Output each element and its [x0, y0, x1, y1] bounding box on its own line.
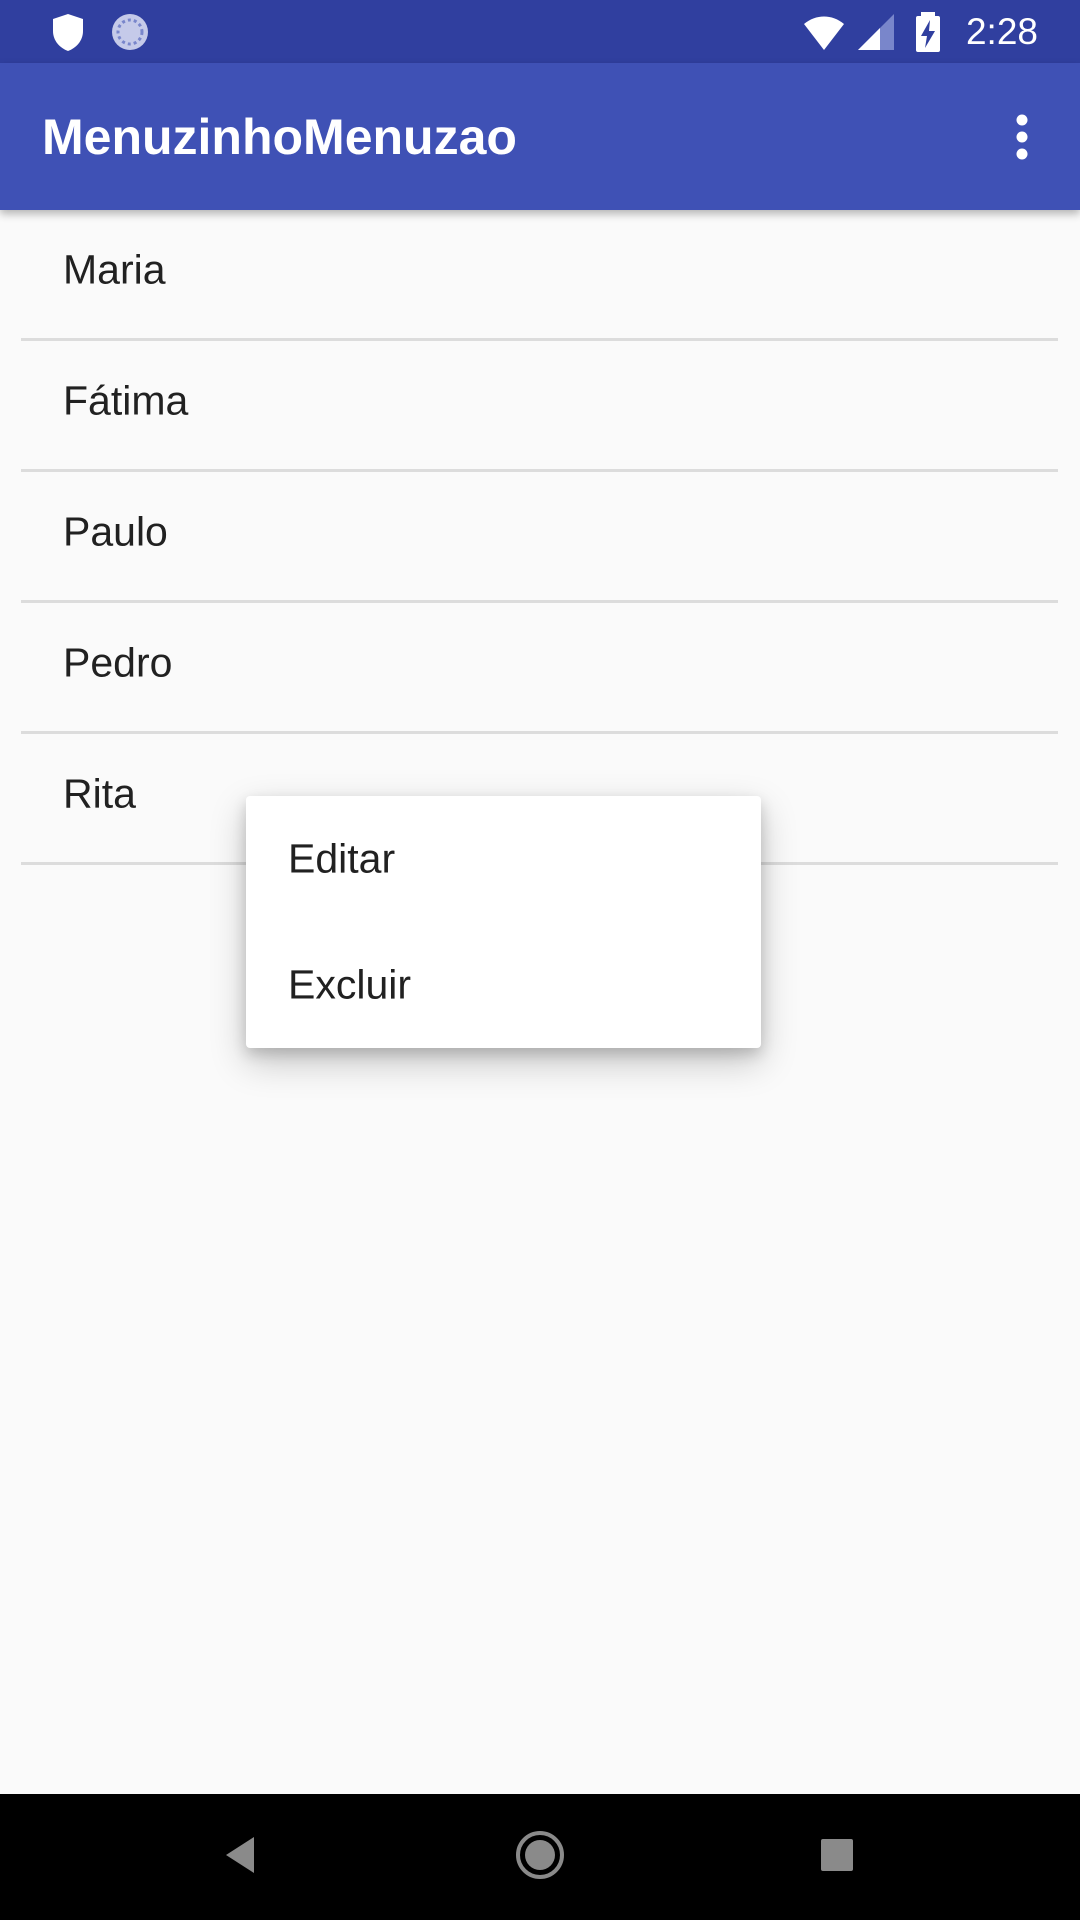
- list-item[interactable]: Paulo: [21, 472, 1058, 603]
- shield-icon: [46, 10, 90, 54]
- battery-charging-icon: [906, 10, 950, 54]
- names-list: Maria Fátima Paulo Pedro Rita: [0, 210, 1080, 865]
- list-item-label: Pedro: [63, 639, 173, 686]
- menu-item-excluir[interactable]: Excluir: [246, 922, 761, 1048]
- screen: 2:28 MenuzinhoMenuzao Maria Fátima Paulo: [0, 0, 1080, 1920]
- wifi-icon: [802, 10, 846, 54]
- menu-item-label: Editar: [288, 835, 396, 882]
- list-item-label: Paulo: [63, 508, 168, 555]
- recents-button[interactable]: [797, 1817, 877, 1897]
- more-vert-icon: [1012, 113, 1032, 166]
- status-time: 2:28: [965, 10, 1038, 52]
- list-item[interactable]: Pedro: [21, 603, 1058, 734]
- list-item[interactable]: Fátima: [21, 341, 1058, 472]
- back-button[interactable]: [200, 1817, 280, 1897]
- list-item-label: Fátima: [63, 377, 189, 424]
- list-item-label: Maria: [63, 246, 166, 293]
- list-item[interactable]: Maria: [21, 210, 1058, 341]
- status-bar: 2:28: [0, 0, 1080, 63]
- context-menu: Editar Excluir: [246, 796, 761, 1048]
- menu-item-editar[interactable]: Editar: [246, 796, 761, 922]
- list-item-label: Rita: [63, 770, 136, 817]
- overflow-menu-button[interactable]: [982, 99, 1062, 179]
- home-button[interactable]: [500, 1817, 580, 1897]
- navigation-bar: [0, 1794, 1080, 1920]
- sync-icon: [108, 10, 152, 54]
- menu-item-label: Excluir: [288, 961, 412, 1008]
- back-icon: [220, 1833, 260, 1882]
- status-icons: 2:28: [794, 0, 1080, 63]
- signal-icon: [854, 10, 898, 54]
- home-icon: [514, 1829, 566, 1886]
- recents-icon: [819, 1837, 855, 1878]
- app-title: MenuzinhoMenuzao: [42, 109, 517, 165]
- app-bar: MenuzinhoMenuzao: [0, 63, 1080, 210]
